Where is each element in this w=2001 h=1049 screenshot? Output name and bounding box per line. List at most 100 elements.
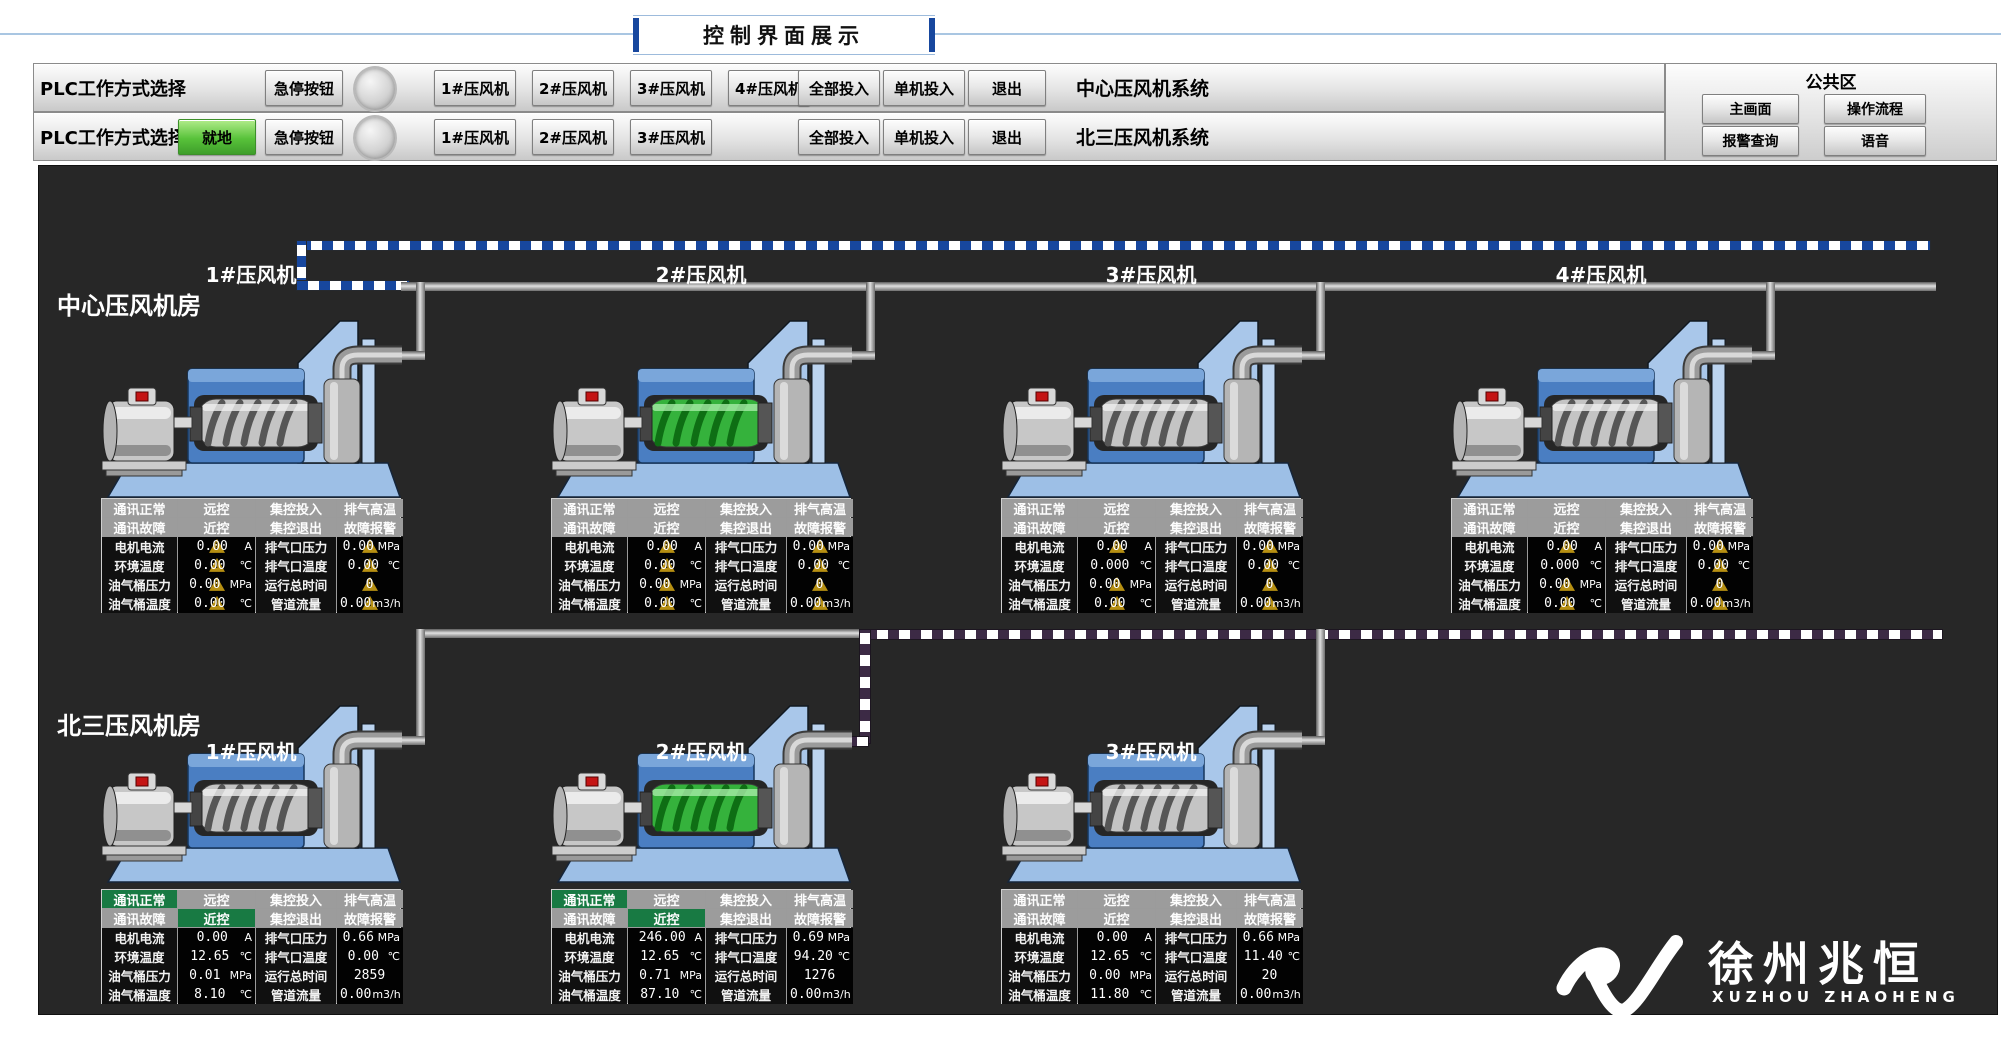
metric-value: 0.00MPa [1078, 966, 1155, 985]
company-logo: 徐州兆恒 XUZHOU ZHAOHENG [1556, 926, 1996, 1021]
metric-value: 0.00MPa [1687, 537, 1753, 556]
unit-select-button-1[interactable]: 1#压风机 [434, 70, 516, 106]
engage-all-button[interactable]: 全部投入 [798, 70, 880, 106]
metric-value: 0.00℃ [1528, 594, 1605, 613]
unit-select-button-3[interactable]: 3#压风机 [630, 119, 712, 155]
engage-single-button[interactable]: 单机投入 [883, 70, 965, 106]
status-discharge-high-temp: 排气高温 [1237, 890, 1303, 908]
engage-single-button[interactable]: 单机投入 [883, 119, 965, 155]
emergency-stop-button[interactable]: 急停按钮 [265, 70, 343, 106]
status-central-out: 集控退出 [1156, 909, 1236, 927]
status-comm-ok: 通讯正常 [1002, 890, 1077, 908]
process-display: 中心压风机房 北三压风机房 1#压风机 通讯正常远控集控投入排气高温通讯故障近控… [38, 165, 1998, 1015]
unit-status-table: 通讯正常远控集控投入排气高温通讯故障近控集控退出故障报警电机电流0.00A排气口… [1451, 498, 1751, 613]
status-remote: 远控 [178, 890, 255, 908]
metric-label: 电机电流 [1452, 537, 1527, 556]
emergency-stop-button[interactable]: 急停按钮 [265, 119, 343, 155]
metric-label: 运行总时间 [1606, 575, 1686, 594]
status-fault-alarm: 故障报警 [1237, 909, 1303, 927]
status-comm-fault: 通讯故障 [1002, 909, 1077, 927]
pipe-center-riser-3 [1316, 282, 1325, 360]
status-comm-ok: 通讯正常 [102, 890, 177, 908]
metric-value: 0.69MPa [787, 928, 853, 947]
metric-label: 运行总时间 [256, 966, 336, 985]
metric-label: 运行总时间 [706, 966, 786, 985]
alarm-query-button[interactable]: 报警查询 [1702, 126, 1799, 156]
metric-value: 0 [1687, 575, 1753, 594]
metric-label: 管道流量 [1606, 594, 1686, 613]
status-local: 近控 [628, 909, 705, 927]
metric-value: 2859 [337, 966, 403, 985]
status-fault-alarm: 故障报警 [787, 909, 853, 927]
unit-status-table: 通讯正常远控集控投入排气高温通讯故障近控集控退出故障报警电机电流246.00A排… [551, 889, 851, 1004]
voice-button[interactable]: 语音 [1824, 126, 1926, 156]
metric-value: 0.00m3/h [787, 985, 853, 1004]
metric-label: 油气桶压力 [102, 966, 177, 985]
engage-all-button[interactable]: 全部投入 [798, 119, 880, 155]
metric-label: 管道流量 [1156, 985, 1236, 1004]
compressor-unit: 3#压风机 通讯正常远控集控投入排气高温通讯故障近控集控退出故障报警电机电流0.… [1001, 166, 1304, 1014]
exit-button[interactable]: 退出 [968, 119, 1046, 155]
unit-select-button-2[interactable]: 2#压风机 [532, 70, 614, 106]
compressor-graphic [1002, 696, 1302, 886]
compressor-graphic [1452, 311, 1752, 501]
metric-value: 0.000℃ [1528, 556, 1605, 575]
unit-name: 4#压风机 [1451, 259, 1751, 288]
pipe-north-riser-1 [416, 629, 425, 740]
unit-select-button-1[interactable]: 1#压风机 [434, 119, 516, 155]
metric-value: 0.01MPa [178, 966, 255, 985]
status-central-engaged: 集控投入 [256, 890, 336, 908]
compressor-illustration [552, 696, 852, 886]
status-remote: 远控 [1078, 890, 1155, 908]
compressor-illustration [1002, 696, 1302, 886]
metric-label: 环境温度 [552, 947, 627, 966]
public-area-panel: 公共区 主画面操作流程报警查询语音 [1665, 63, 1997, 161]
metric-value: 0.00℃ [1687, 556, 1753, 575]
status-central-out: 集控退出 [256, 909, 336, 927]
hmi-screen: 控制界面展示 PLC工作方式选择急停按钮1#压风机2#压风机3#压风机4#压风机… [0, 0, 2001, 1049]
exit-button[interactable]: 退出 [968, 70, 1046, 106]
metric-label: 电机电流 [1002, 928, 1077, 947]
unit-name: 3#压风机 [1001, 736, 1301, 765]
unit-select-button-3[interactable]: 3#压风机 [630, 70, 712, 106]
pipe-center-riser-4 [1766, 282, 1775, 360]
metric-value: 0.71MPa [628, 966, 705, 985]
metric-value: 0.66MPa [1237, 928, 1303, 947]
main-screen-button[interactable]: 主画面 [1702, 94, 1799, 124]
metric-value: 0.00℃ [337, 947, 403, 966]
metric-label: 排气口压力 [706, 928, 786, 947]
metric-label: 排气口压力 [256, 928, 336, 947]
status-comm-fault: 通讯故障 [1452, 518, 1527, 536]
status-remote: 远控 [1528, 499, 1605, 517]
status-comm-ok: 通讯正常 [1452, 499, 1527, 517]
metric-value: 0.00m3/h [1687, 594, 1753, 613]
status-fault-alarm: 故障报警 [1687, 518, 1753, 536]
status-local: 近控 [178, 909, 255, 927]
metric-value: 0.00A [1528, 537, 1605, 556]
plc-mode-label: PLC工作方式选择 [40, 64, 186, 111]
status-comm-fault: 通讯故障 [102, 909, 177, 927]
metric-value: 12.65℃ [178, 947, 255, 966]
title-bar-right [929, 18, 935, 52]
room-label-center: 中心压风机房 [57, 286, 201, 321]
compressor-illustration [1452, 311, 1752, 501]
unit-status-table: 通讯正常远控集控投入排气高温通讯故障近控集控退出故障报警电机电流0.00A排气口… [1001, 889, 1301, 1004]
metric-value: 20 [1237, 966, 1303, 985]
metric-value: 11.40℃ [1237, 947, 1303, 966]
status-central-engaged: 集控投入 [706, 890, 786, 908]
metric-value: 11.80℃ [1078, 985, 1155, 1004]
local-mode-button[interactable]: 就地 [178, 119, 256, 155]
metric-label: 油气桶压力 [552, 966, 627, 985]
status-fault-alarm: 故障报警 [337, 909, 403, 927]
page-title-box: 控制界面展示 [633, 15, 935, 55]
status-central-engaged: 集控投入 [1156, 890, 1236, 908]
operation-flow-button[interactable]: 操作流程 [1824, 94, 1926, 124]
metric-label: 排气口温度 [1156, 947, 1236, 966]
metric-value: 246.00A [628, 928, 705, 947]
room-label-north3: 北三压风机房 [57, 706, 201, 741]
pipe-north-riser-3 [1316, 629, 1325, 740]
pipe-center-riser-2 [866, 282, 875, 360]
unit-select-button-2[interactable]: 2#压风机 [532, 119, 614, 155]
metric-label: 管道流量 [706, 985, 786, 1004]
status-discharge-high-temp: 排气高温 [1687, 499, 1753, 517]
